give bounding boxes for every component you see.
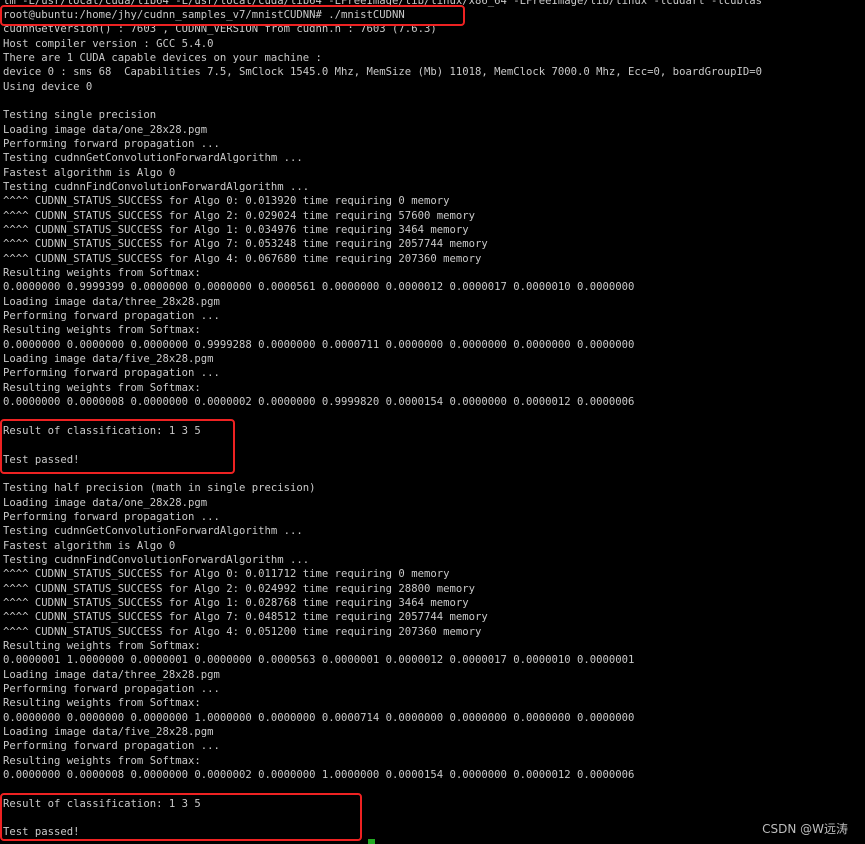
terminal-cursor [368, 839, 375, 844]
terminal-line: Testing cudnnFindConvolutionForwardAlgor… [3, 553, 310, 566]
terminal-line: Resulting weights from Softmax: [3, 267, 201, 280]
terminal-line: Loading image data/five_28x28.pgm [3, 353, 214, 366]
terminal-window[interactable]: lm -L/usr/local/cuda/lib64 -L/usr/local/… [0, 0, 865, 844]
terminal-line: Testing cudnnGetConvolutionForwardAlgori… [3, 525, 303, 538]
terminal-line: 0.0000000 0.9999399 0.0000000 0.0000000 … [3, 281, 635, 294]
terminal-line: Performing forward propagation ... [3, 740, 220, 753]
terminal-line: Performing forward propagation ... [3, 367, 220, 380]
terminal-line: ^^^^ CUDNN_STATUS_SUCCESS for Algo 1: 0.… [3, 224, 469, 236]
terminal-line: root@ubuntu:/home/jhy/cudnn_samples_v7/m… [3, 8, 405, 21]
terminal-line: Performing forward propagation ... [3, 137, 220, 150]
terminal-line: Loading image data/three_28x28.pgm [3, 295, 220, 308]
terminal-line: Result of classification: 1 3 5 [3, 424, 201, 437]
terminal-line: Loading image data/three_28x28.pgm [3, 668, 220, 681]
terminal-line: Testing single precision [3, 109, 157, 122]
terminal-line: Fastest algorithm is Algo 0 [3, 539, 176, 552]
terminal-line: ^^^^ CUDNN_STATUS_SUCCESS for Algo 7: 0.… [3, 611, 488, 624]
terminal-line: ^^^^ CUDNN_STATUS_SUCCESS for Algo 4: 0.… [3, 625, 482, 638]
terminal-line: Performing forward propagation ... [3, 510, 220, 523]
terminal-line: Resulting weights from Softmax: [3, 697, 201, 710]
terminal-output: lm -L/usr/local/cuda/lib64 -L/usr/local/… [3, 0, 762, 840]
terminal-line: Performing forward propagation ... [3, 683, 220, 695]
terminal-line: device 0 : sms 68 Capabilities 7.5, SmCl… [3, 66, 762, 79]
terminal-line: 0.0000000 0.0000008 0.0000000 0.0000002 … [3, 769, 635, 782]
terminal-line: Performing forward propagation ... [3, 310, 220, 323]
terminal-line: Testing half precision (math in single p… [3, 482, 316, 495]
terminal-line: 0.0000001 1.0000000 0.0000001 0.0000000 … [3, 654, 635, 667]
terminal-line: Resulting weights from Softmax: [3, 754, 201, 767]
terminal-line: There are 1 CUDA capable devices on your… [3, 51, 322, 64]
terminal-line: ^^^^ CUDNN_STATUS_SUCCESS for Algo 7: 0.… [3, 238, 488, 251]
terminal-line: ^^^^ CUDNN_STATUS_SUCCESS for Algo 0: 0.… [3, 568, 450, 581]
terminal-line: Loading image data/five_28x28.pgm [3, 726, 214, 739]
terminal-line: ^^^^ CUDNN_STATUS_SUCCESS for Algo 0: 0.… [3, 195, 450, 208]
terminal-line: Resulting weights from Softmax: [3, 639, 201, 652]
terminal-line: 0.0000000 0.0000000 0.0000000 1.0000000 … [3, 711, 635, 724]
terminal-line: Loading image data/one_28x28.pgm [3, 496, 208, 509]
terminal-line: Using device 0 [3, 80, 93, 93]
terminal-line: Testing cudnnGetConvolutionForwardAlgori… [3, 152, 303, 165]
terminal-line: Resulting weights from Softmax: [3, 324, 201, 337]
terminal-line: Loading image data/one_28x28.pgm [3, 123, 208, 136]
terminal-line: Fastest algorithm is Algo 0 [3, 166, 176, 179]
terminal-line: Testing cudnnFindConvolutionForwardAlgor… [3, 180, 310, 193]
terminal-line: 0.0000000 0.0000008 0.0000000 0.0000002 … [3, 396, 635, 409]
terminal-line: 0.0000000 0.0000000 0.0000000 0.9999288 … [3, 338, 635, 351]
terminal-line: ^^^^ CUDNN_STATUS_SUCCESS for Algo 1: 0.… [3, 596, 469, 609]
terminal-line: Test passed! [3, 826, 80, 839]
terminal-line: ^^^^ CUDNN_STATUS_SUCCESS for Algo 2: 0.… [3, 582, 475, 595]
terminal-line: cudnnGetVersion() : 7603 , CUDNN_VERSION… [3, 23, 437, 36]
terminal-line: Result of classification: 1 3 5 [3, 797, 201, 810]
terminal-line: Resulting weights from Softmax: [3, 381, 201, 394]
terminal-line: Test passed! [3, 453, 80, 466]
watermark-text: CSDN @W远涛 [762, 822, 848, 836]
terminal-line: Host compiler version : GCC 5.4.0 [3, 37, 214, 50]
terminal-line: ^^^^ CUDNN_STATUS_SUCCESS for Algo 2: 0.… [3, 209, 475, 222]
terminal-line: lm -L/usr/local/cuda/lib64 -L/usr/local/… [3, 0, 762, 7]
terminal-line: ^^^^ CUDNN_STATUS_SUCCESS for Algo 4: 0.… [3, 252, 482, 265]
